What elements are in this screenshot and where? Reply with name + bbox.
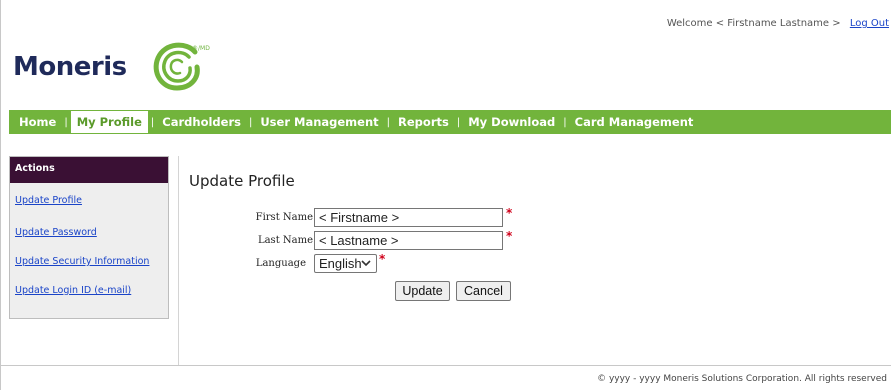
first-name-input[interactable]: < Firstname > [314, 208, 503, 227]
logout-link[interactable]: Log Out [850, 18, 889, 29]
last-name-label: Last Name [257, 235, 313, 246]
sidebar-link-update-password[interactable]: Update Password [15, 227, 97, 238]
nav-reports[interactable]: Reports [391, 115, 456, 129]
page-title: Update Profile [189, 172, 295, 190]
sidebar-header: Actions [10, 157, 168, 183]
registered-mark: ®/MD [192, 45, 210, 52]
language-select[interactable]: English [314, 254, 377, 273]
nav-user-management[interactable]: User Management [253, 115, 385, 129]
nav-separator: | [64, 116, 68, 128]
main-content: Update Profile First Name < Firstname > … [178, 156, 891, 365]
sidebar-link-update-profile[interactable]: Update Profile [15, 195, 82, 206]
nav-my-profile[interactable]: My Profile [70, 111, 148, 133]
cancel-button[interactable]: Cancel [456, 281, 511, 301]
last-name-input[interactable]: < Lastname > [314, 231, 503, 250]
footer-copyright: © yyyy - yyyy Moneris Solutions Corporat… [597, 374, 887, 384]
required-marker: * [506, 206, 513, 220]
welcome-bar: Welcome < Firstname Lastname > Log Out [667, 18, 889, 29]
first-name-label: First Name [255, 212, 313, 223]
main-nav: Home | My Profile | Cardholders | User M… [9, 110, 891, 134]
language-label: Language [255, 258, 306, 269]
sidebar-link-update-security[interactable]: Update Security Information [15, 256, 149, 267]
page-frame: Welcome < Firstname Lastname > Log Out M… [0, 0, 891, 390]
logo-wordmark: Moneris [13, 52, 127, 82]
language-select-value: English [319, 256, 362, 271]
actions-sidebar: Actions Update Profile Update Password U… [9, 156, 169, 319]
sidebar-link-update-login-id[interactable]: Update Login ID (e-mail) [15, 285, 131, 296]
nav-my-download[interactable]: My Download [461, 115, 562, 129]
welcome-text: Welcome < Firstname Lastname > [666, 18, 841, 29]
nav-home[interactable]: Home [9, 115, 63, 129]
nav-cardholders[interactable]: Cardholders [155, 115, 248, 129]
footer-divider [1, 365, 891, 366]
chevron-down-icon [361, 256, 371, 276]
nav-card-management[interactable]: Card Management [568, 115, 701, 129]
required-marker: * [379, 252, 386, 266]
update-button[interactable]: Update [395, 281, 450, 301]
required-marker: * [506, 229, 513, 243]
